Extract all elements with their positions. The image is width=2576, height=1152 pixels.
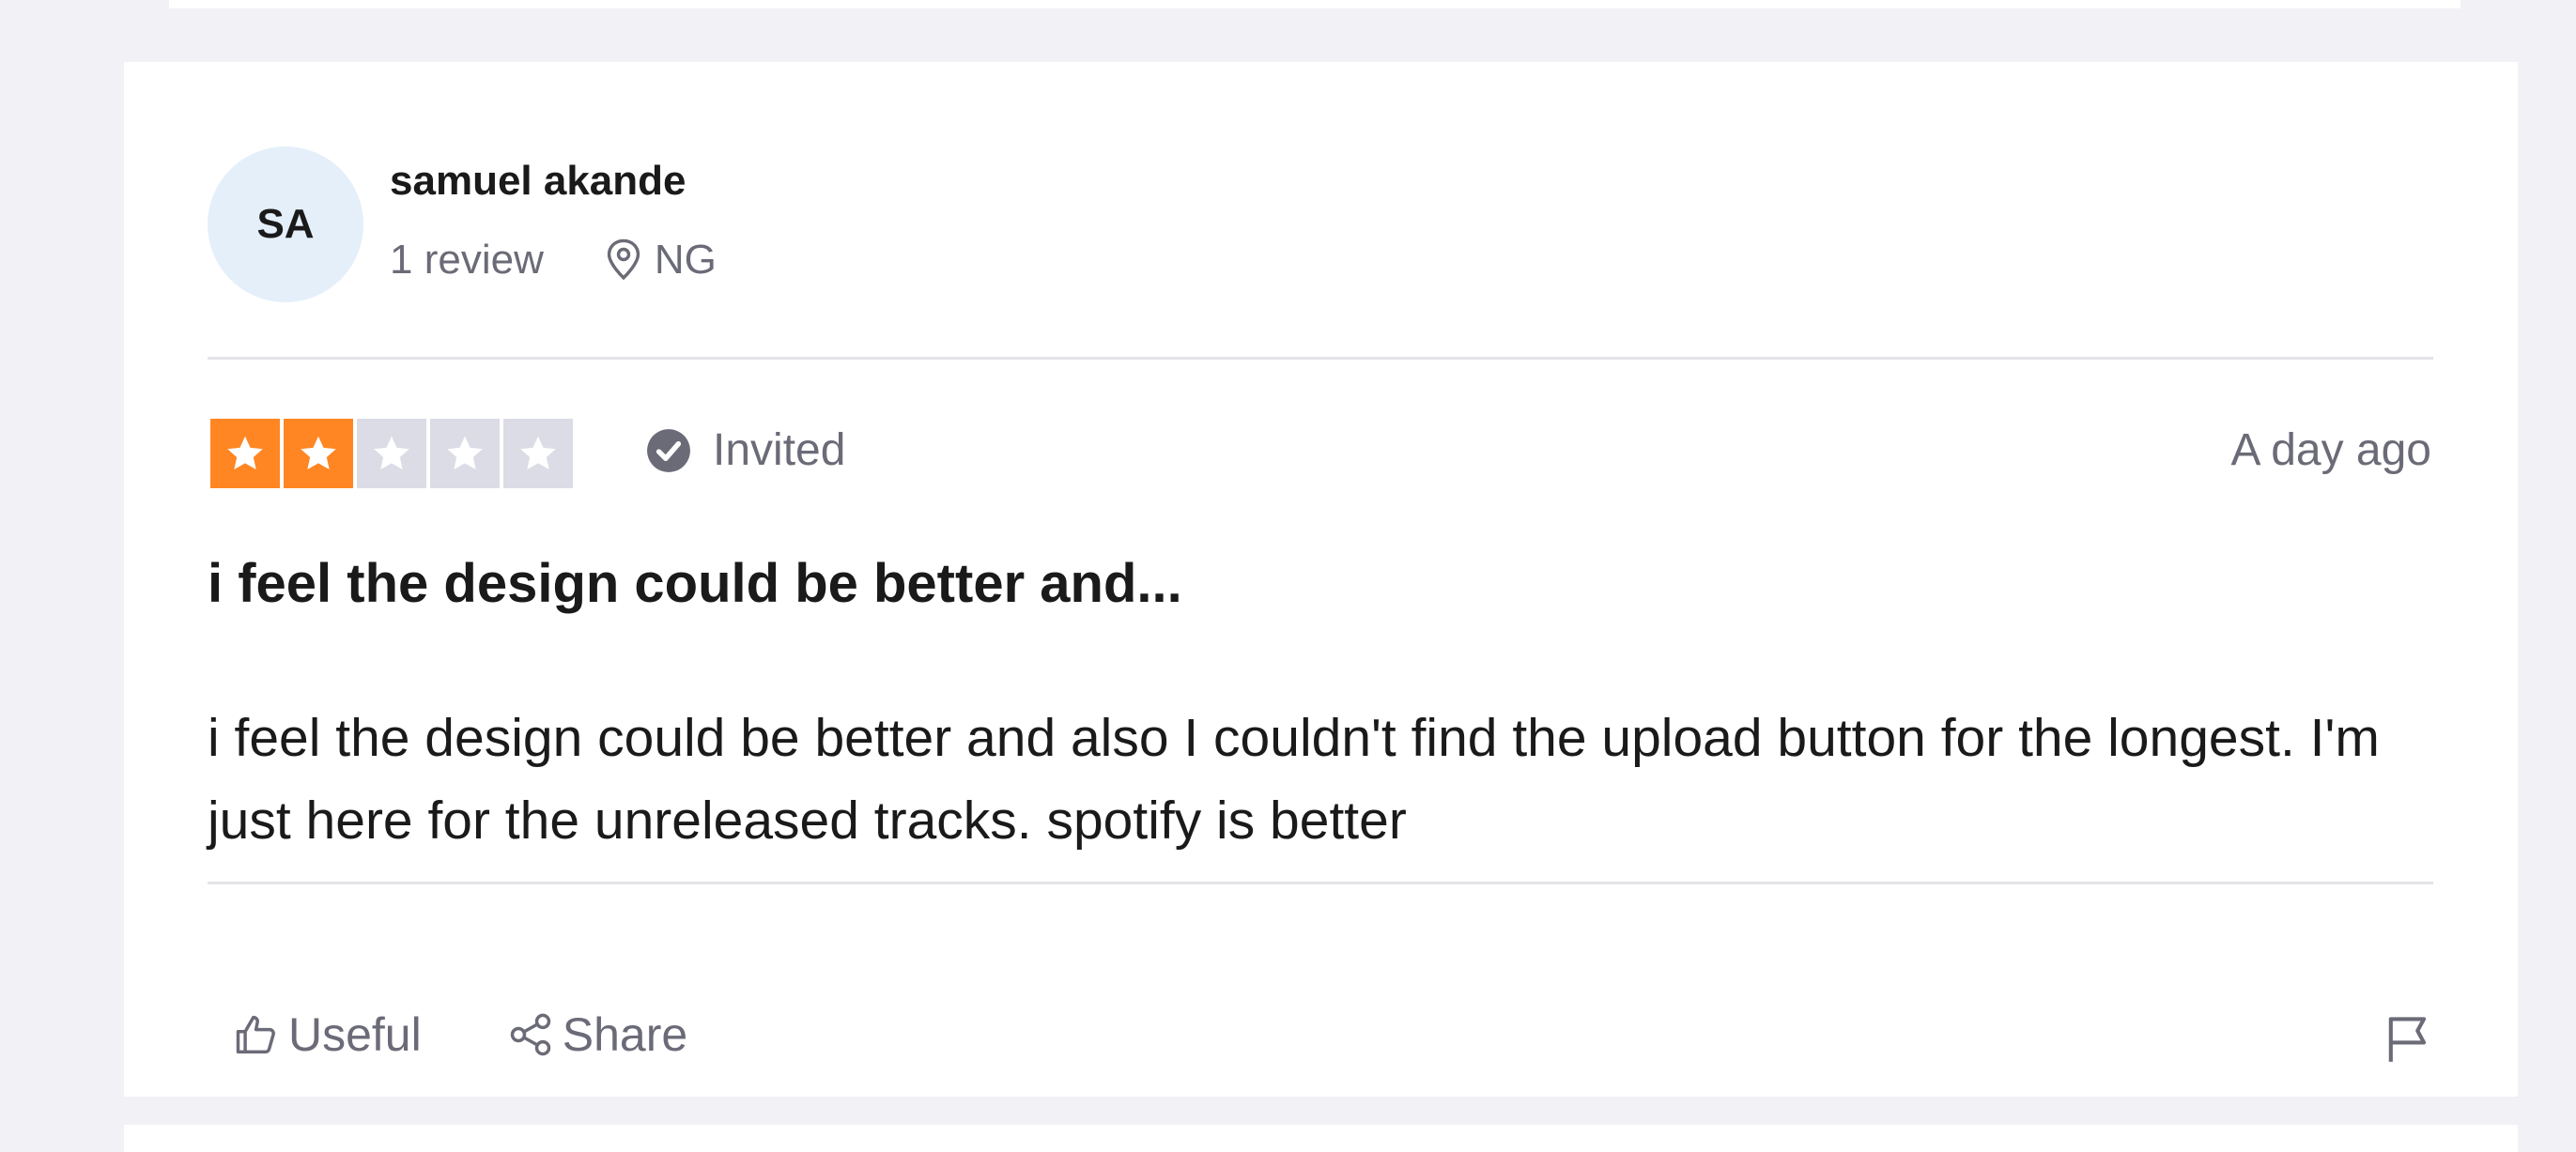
report-flag-button[interactable] — [2384, 1013, 2431, 1070]
review-body: i feel the design could be better and al… — [208, 708, 2380, 851]
previous-review-card — [169, 0, 2460, 8]
flag-icon — [2388, 1017, 2427, 1062]
star-icon — [210, 419, 280, 488]
review-actions: Useful Share — [232, 1007, 687, 1062]
thumbs-up-icon — [236, 1015, 275, 1054]
invited-label: Invited — [713, 425, 846, 475]
review-title[interactable]: i feel the design could be better and... — [208, 552, 1182, 615]
star-icon — [284, 419, 353, 488]
footer-divider — [208, 882, 2433, 884]
location-pin-icon — [607, 238, 640, 281]
reviewer-location: NG — [604, 237, 717, 284]
share-button[interactable]: Share — [506, 1007, 687, 1062]
location-label: NG — [654, 237, 717, 283]
useful-label: Useful — [288, 1008, 422, 1061]
reviewer-meta: 1 review NG — [390, 237, 717, 284]
review-count: 1 review — [390, 237, 544, 283]
star-icon — [430, 419, 500, 488]
avatar[interactable]: SA — [208, 146, 363, 302]
next-review-card — [124, 1125, 2518, 1152]
star-icon — [503, 419, 573, 488]
invited-badge[interactable]: Invited — [645, 424, 845, 476]
avatar-initials: SA — [256, 201, 315, 247]
verified-check-icon — [647, 428, 690, 472]
reviewer-name[interactable]: samuel akande — [390, 158, 686, 205]
share-icon — [510, 1013, 550, 1056]
star-icon — [357, 419, 426, 488]
review-card: SA samuel akande 1 review NG Invited A d… — [124, 62, 2518, 1097]
header-divider — [208, 357, 2433, 360]
share-label: Share — [562, 1008, 688, 1061]
star-rating — [210, 419, 573, 488]
review-date: A day ago — [2230, 425, 2431, 475]
useful-button[interactable]: Useful — [232, 1007, 422, 1062]
